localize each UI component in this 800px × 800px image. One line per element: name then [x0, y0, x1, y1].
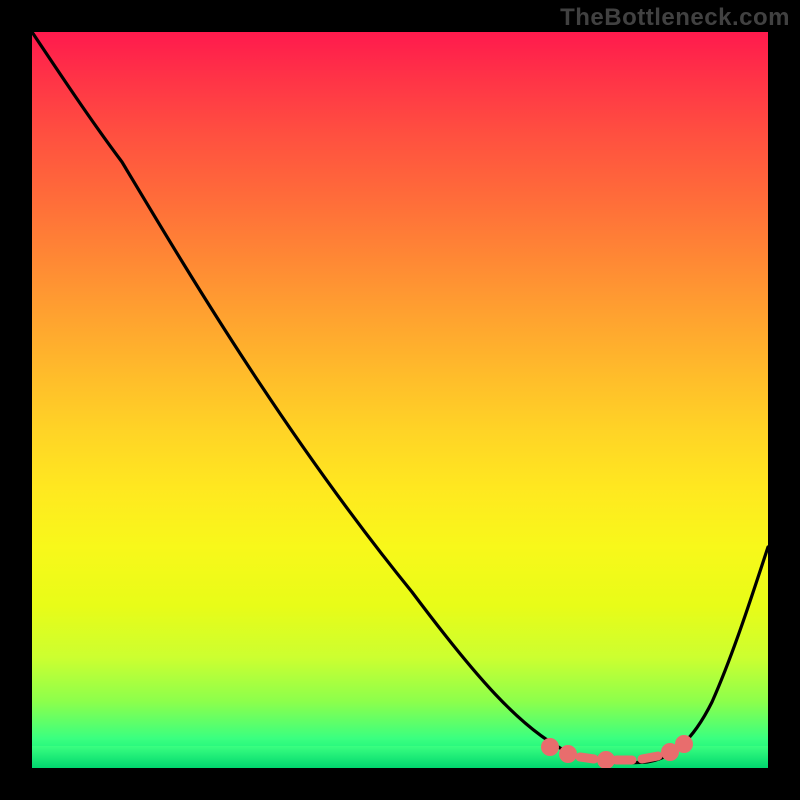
bottleneck-curve: [32, 32, 768, 763]
plot-area: [32, 32, 768, 768]
highlight-markers: [546, 740, 689, 765]
chart-frame: TheBottleneck.com: [0, 0, 800, 800]
watermark-text: TheBottleneck.com: [560, 4, 790, 32]
bottleneck-curve-svg: [32, 32, 768, 768]
